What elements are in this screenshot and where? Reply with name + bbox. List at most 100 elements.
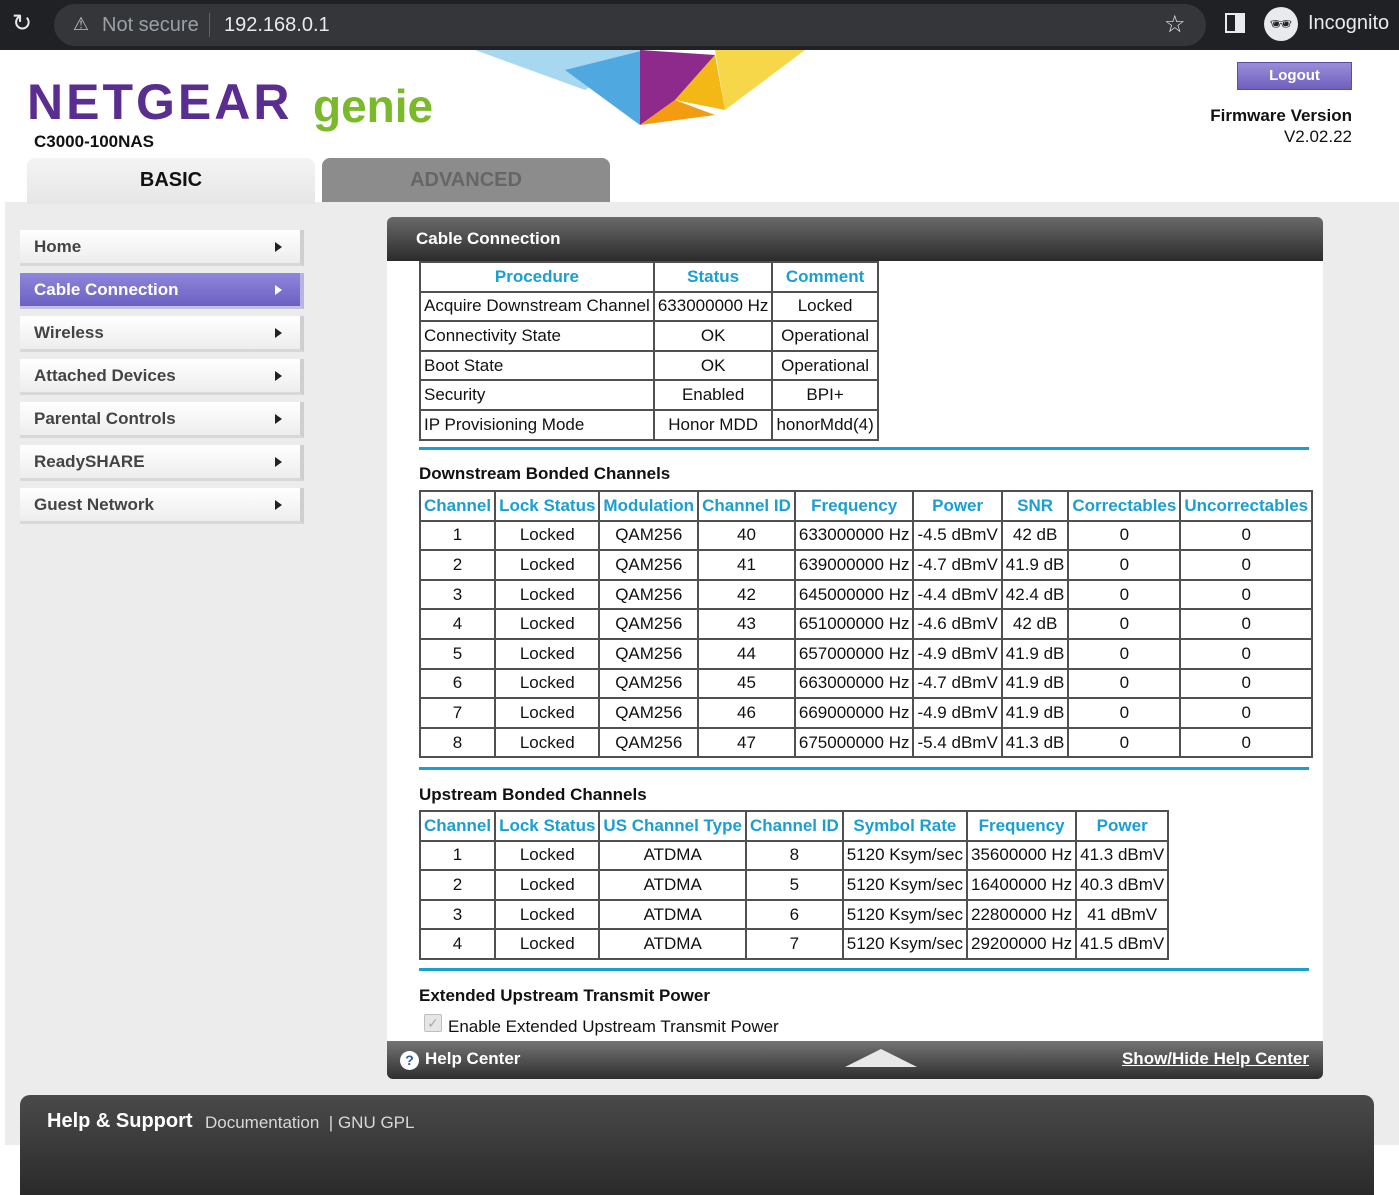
- table-cell: 669000000 Hz: [793, 697, 915, 729]
- tab-advanced[interactable]: ADVANCED: [322, 158, 610, 202]
- logout-button[interactable]: Logout: [1237, 62, 1352, 90]
- table-cell: Locked: [494, 839, 601, 872]
- table-cell: 6: [418, 667, 497, 700]
- table-row: 5 Locked QAM256 44 657000000 Hz -4.9 dBmV 41.9…: [418, 637, 1314, 670]
- help-center-title: Help Center: [425, 1049, 521, 1068]
- column-header: Uncorrectables: [1179, 490, 1314, 522]
- sidebar-item-wireless[interactable]: Wireless: [20, 316, 304, 352]
- table-cell: Honor MDD: [652, 408, 774, 441]
- table-cell: Locked: [494, 519, 601, 552]
- sidebar-item-label: Cable Connection: [34, 280, 179, 299]
- reload-icon[interactable]: ↻: [8, 10, 36, 38]
- sidebar-item-label: Parental Controls: [34, 409, 176, 428]
- table-cell: 0: [1179, 667, 1314, 700]
- table-cell: 41.5 dBmV: [1075, 928, 1170, 960]
- table-cell: 0: [1179, 549, 1314, 581]
- tab-basic[interactable]: BASIC: [27, 158, 315, 204]
- table-cell: -4.9 dBmV: [912, 697, 1003, 729]
- column-header: Frequency: [965, 810, 1078, 842]
- extended-power-checkbox[interactable]: ✓: [424, 1014, 442, 1032]
- table-row: 2 Locked QAM256 41 639000000 Hz -4.7 dBmV 41.9…: [418, 549, 1314, 581]
- table-cell: 0: [1067, 726, 1182, 759]
- sidebar-item-attached-devices[interactable]: Attached Devices: [20, 359, 304, 395]
- table-cell: 41.9 dB: [1000, 697, 1070, 729]
- gnu-gpl-link[interactable]: GNU GPL: [338, 1113, 415, 1132]
- table-row: Acquire Downstream Channel 633000000 Hz Lo…: [419, 290, 879, 323]
- sidebar-item-cable-connection[interactable]: Cable Connection: [20, 273, 304, 309]
- table-cell: 633000000 Hz: [652, 290, 774, 323]
- column-header: SNR: [1000, 490, 1070, 522]
- table-cell: 0: [1067, 519, 1182, 552]
- bookmark-star-icon[interactable]: ☆: [1164, 11, 1186, 39]
- column-header: Procedure: [419, 261, 655, 293]
- table-cell: QAM256: [598, 578, 700, 611]
- table-cell: 675000000 Hz: [793, 726, 915, 759]
- incognito-icon[interactable]: 🕶: [1264, 7, 1298, 41]
- table-row: 4 Locked ATDMA 7 5120 Ksym/sec 29200000 Hz 41.…: [418, 928, 1170, 960]
- upstream-table: Channel Lock Status US Channel Type Channel…: [418, 810, 1170, 960]
- table-cell: 42 dB: [1000, 519, 1070, 552]
- table-cell: QAM256: [598, 726, 700, 759]
- router-page: NETGEAR genie C3000-100NAS Logout Firmwa…: [5, 50, 1399, 1195]
- sidebar-item-label: Wireless: [34, 323, 104, 342]
- warning-icon[interactable]: ⚠: [70, 13, 92, 35]
- table-cell: 41.9 dB: [1000, 667, 1070, 700]
- table-cell: 42 dB: [1000, 608, 1070, 640]
- table-cell: BPI+: [771, 379, 879, 411]
- column-header: Comment: [771, 261, 879, 293]
- extended-power-label[interactable]: Enable Extended Upstream Transmit Power: [448, 1017, 779, 1037]
- table-cell: Locked: [494, 608, 601, 640]
- table-cell: 4: [418, 928, 497, 960]
- side-panel-icon[interactable]: [1225, 13, 1245, 33]
- table-cell: 5120 Ksym/sec: [841, 839, 969, 872]
- table-cell: Security: [419, 379, 655, 411]
- security-label[interactable]: Not secure: [102, 13, 199, 37]
- sidebar-item-parental-controls[interactable]: Parental Controls: [20, 402, 304, 438]
- table-cell: QAM256: [598, 549, 700, 581]
- table-cell: 2: [418, 549, 497, 581]
- procedure-table: Procedure Status Comment Acquire Downstrea…: [419, 261, 879, 441]
- table-row: IP Provisioning Mode Honor MDD honorMdd(4): [419, 408, 879, 441]
- help-center-bar: ? Help Center Show/Hide Help Center: [387, 1041, 1323, 1079]
- sidebar-item-home[interactable]: Home: [20, 230, 304, 266]
- table-cell: Locked: [494, 637, 601, 670]
- table-cell: 29200000 Hz: [965, 928, 1078, 960]
- table-cell: Locked: [494, 928, 601, 960]
- table-cell: 0: [1067, 667, 1182, 700]
- table-row: 1 Locked QAM256 40 633000000 Hz -4.5 dBmV 42 d…: [418, 519, 1314, 552]
- table-row: Boot State OK Operational: [419, 349, 879, 382]
- sidebar-item-readyshare[interactable]: ReadySHARE: [20, 445, 304, 481]
- address-bar[interactable]: ⚠ Not secure 192.168.0.1 ☆: [54, 4, 1206, 46]
- sidebar-item-label: Home: [34, 237, 82, 256]
- table-cell: -4.4 dBmV: [912, 578, 1003, 611]
- table-cell: 40: [697, 519, 796, 552]
- table-cell: 1: [418, 839, 497, 872]
- panel-body[interactable]: Procedure Status Comment Acquire Downstrea…: [387, 261, 1323, 1041]
- table-cell: -4.7 dBmV: [912, 667, 1003, 700]
- table-cell: 16400000 Hz: [965, 869, 1078, 901]
- table-cell: 651000000 Hz: [793, 608, 915, 640]
- table-cell: 41.3 dB: [1000, 726, 1070, 759]
- sidebar-item-label: ReadySHARE: [34, 452, 145, 471]
- table-cell: Enabled: [652, 379, 774, 411]
- column-header: Channel: [418, 490, 497, 522]
- chevron-right-icon: [275, 457, 282, 467]
- incognito-label[interactable]: Incognito: [1308, 11, 1389, 35]
- sidebar: Home Cable Connection Wireless Attached …: [20, 230, 310, 531]
- table-cell: 0: [1179, 637, 1314, 670]
- help-icon: ?: [400, 1051, 419, 1070]
- table-cell: -4.9 dBmV: [912, 637, 1003, 670]
- column-header: Status: [652, 261, 774, 293]
- table-cell: Connectivity State: [419, 320, 655, 352]
- column-header: Symbol Rate: [841, 810, 969, 842]
- table-cell: 633000000 Hz: [793, 519, 915, 552]
- sidebar-item-label: Guest Network: [34, 495, 154, 514]
- sidebar-item-guest-network[interactable]: Guest Network: [20, 488, 304, 524]
- show-hide-help-link[interactable]: Show/Hide Help Center: [1122, 1049, 1309, 1069]
- expand-help-icon[interactable]: [845, 1049, 917, 1067]
- url-text[interactable]: 192.168.0.1: [224, 13, 330, 37]
- documentation-link[interactable]: Documentation: [205, 1113, 319, 1132]
- model-name: C3000-100NAS: [34, 132, 155, 151]
- table-cell: 0: [1067, 578, 1182, 611]
- table-cell: ATDMA: [598, 898, 747, 931]
